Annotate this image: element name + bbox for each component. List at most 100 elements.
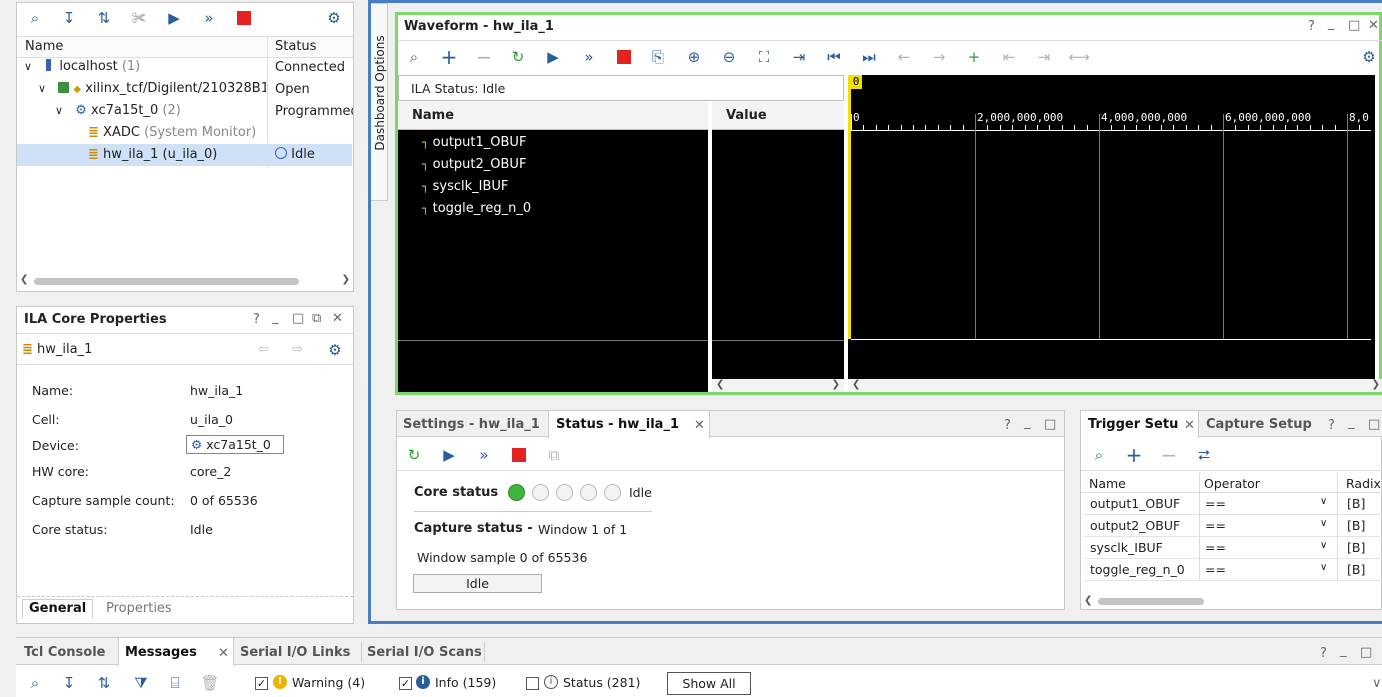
help-icon[interactable]: ? [1004, 418, 1011, 433]
trigger-scrollbar[interactable]: ❮ [1084, 595, 1382, 608]
dashboard-options-tab[interactable]: Dashboard Options [371, 3, 388, 201]
waveform-scrollbar[interactable]: ❮ ❯ [848, 379, 1382, 392]
minimize-icon[interactable]: _ [1348, 415, 1355, 430]
close-icon[interactable]: ✕ [1368, 18, 1379, 33]
tree-row-localhost[interactable]: ∨ localhost (1) [24, 59, 264, 79]
chevron-down-icon[interactable]: ∨ [1320, 562, 1327, 573]
close-icon[interactable]: ✕ [218, 646, 229, 661]
gear-icon[interactable]: ⚙ [323, 7, 345, 29]
device-link[interactable]: ⚙ xc7a15t_0 [186, 435, 284, 454]
tab-tcl-console[interactable]: Tcl Console [24, 645, 106, 660]
chevron-down-icon[interactable]: ∨ [24, 60, 32, 73]
tree-col-name[interactable]: Name [25, 39, 63, 54]
tab-trigger-setup[interactable]: Trigger Setu [1088, 417, 1179, 432]
message-icon[interactable]: ⌸ [164, 672, 186, 694]
add-icon[interactable]: + [1123, 443, 1145, 467]
tab-serial-io-scans[interactable]: Serial I/O Scans [367, 645, 482, 660]
help-icon[interactable]: ? [1328, 418, 1335, 433]
close-icon[interactable]: ✕ [332, 311, 343, 326]
tree-row-target[interactable]: ∨ ◆ xilinx_tcf/Digilent/210328B1FD [38, 81, 266, 101]
waveform-value-header[interactable]: Value [712, 102, 844, 130]
maximize-icon[interactable]: □ [1044, 417, 1056, 432]
float-icon[interactable]: ⧉ [312, 311, 321, 326]
minimize-icon[interactable]: _ [1024, 415, 1031, 430]
tree-scrollbar[interactable]: ❮ ❯ [20, 274, 350, 288]
run-immediate-icon[interactable]: » [473, 444, 495, 466]
collapse-all-icon[interactable]: ↧ [58, 672, 80, 694]
signal-row[interactable]: ┐ output2_OBUF [422, 157, 526, 172]
warning-checkbox[interactable]: ✓ [255, 677, 268, 690]
back-arrow-icon[interactable]: ⇦ [258, 342, 269, 357]
status-checkbox[interactable] [526, 677, 539, 690]
close-icon[interactable]: ✕ [1184, 418, 1195, 433]
next-transition-icon[interactable]: → [928, 46, 950, 68]
add-icon[interactable]: + [438, 45, 460, 69]
close-icon[interactable]: ✕ [694, 418, 705, 433]
gear-icon[interactable]: ⚙ [324, 339, 346, 361]
tab-general[interactable]: General [22, 599, 94, 619]
zoom-fit-icon[interactable]: ⛶ [753, 46, 775, 68]
prev-marker-icon[interactable]: ⇤ [998, 46, 1020, 68]
chevron-down-icon[interactable]: ∨ [1320, 540, 1327, 551]
expand-all-icon[interactable]: ⇅ [93, 7, 115, 29]
forward-arrow-icon[interactable]: ⇨ [292, 342, 303, 357]
minimize-icon[interactable]: _ [1340, 643, 1347, 658]
status-filter-label[interactable]: Status (281) [563, 675, 640, 690]
help-icon[interactable]: ? [1308, 19, 1315, 34]
more-icon[interactable]: ∨ [1372, 676, 1382, 691]
signal-row[interactable]: ┐ output1_OBUF [422, 135, 526, 150]
tab-capture-setup[interactable]: Capture Setup [1206, 417, 1312, 432]
chevron-down-icon[interactable]: ∨ [1320, 518, 1327, 529]
run-trigger-icon[interactable]: ▶ [163, 7, 185, 29]
tree-row-device[interactable]: ∨ ⚙ xc7a15t_0 (2) [55, 103, 265, 123]
condition-icon[interactable]: ⮂ [1193, 444, 1215, 466]
run-trigger-icon[interactable]: ▶ [542, 46, 564, 68]
zoom-out-icon[interactable]: ⊖ [718, 46, 740, 68]
tab-messages[interactable]: Messages [125, 645, 197, 660]
waveform-name-header[interactable]: Name [398, 102, 708, 130]
minimize-icon[interactable]: _ [1328, 16, 1335, 31]
run-immediate-icon[interactable]: » [578, 46, 600, 68]
minimize-icon[interactable]: _ [272, 310, 279, 325]
gear-icon[interactable]: ⚙ [1358, 46, 1380, 68]
expand-all-icon[interactable]: ⇅ [93, 672, 115, 694]
tab-serial-io-links[interactable]: Serial I/O Links [240, 645, 350, 660]
trigger-row[interactable]: output1_OBUF == ∨ [B] [1084, 493, 1382, 515]
info-checkbox[interactable]: ✓ [399, 677, 412, 690]
search-icon[interactable]: ⌕ [24, 7, 46, 29]
stop-icon[interactable] [233, 7, 255, 29]
go-to-end-icon[interactable]: ⏭ [858, 46, 880, 68]
swap-cursors-icon[interactable]: ⟷ [1068, 46, 1090, 68]
maximize-icon[interactable]: □ [1360, 645, 1372, 660]
run-trigger-repeat-icon[interactable]: ↻ [403, 444, 425, 466]
delete-icon[interactable]: 🗑 [199, 672, 221, 694]
remove-icon[interactable]: − [473, 45, 495, 69]
search-icon[interactable]: ⌕ [24, 672, 46, 694]
stop-icon[interactable] [508, 444, 530, 466]
remove-icon[interactable]: − [1158, 443, 1180, 467]
zoom-in-icon[interactable]: ⊕ [683, 46, 705, 68]
tab-properties[interactable]: Properties [106, 601, 172, 616]
search-icon[interactable]: ⌕ [403, 46, 425, 68]
connect-icon[interactable]: ✀ [128, 7, 150, 29]
filter-icon[interactable]: ⧩ [130, 672, 152, 694]
next-marker-icon[interactable]: ⇥ [1033, 46, 1055, 68]
maximize-icon[interactable]: □ [1348, 18, 1360, 33]
trigger-row[interactable]: sysclk_IBUF == ∨ [B] [1084, 537, 1382, 559]
signal-row[interactable]: ┐ toggle_reg_n_0 [422, 201, 531, 216]
maximize-icon[interactable]: □ [292, 311, 304, 326]
chevron-down-icon[interactable]: ∨ [38, 82, 46, 95]
collapse-all-icon[interactable]: ↧ [58, 7, 80, 29]
search-icon[interactable]: ⌕ [1088, 444, 1110, 466]
maximize-icon[interactable]: □ [1368, 417, 1380, 432]
value-scrollbar[interactable]: ❮ ❯ [712, 379, 844, 392]
trigger-mode-icon[interactable]: ⧉ [543, 444, 565, 466]
add-marker-icon[interactable]: + [963, 46, 985, 68]
run-trigger-repeat-icon[interactable]: ↻ [507, 46, 529, 68]
go-to-start-icon[interactable]: ⏮ [823, 46, 845, 68]
chevron-down-icon[interactable]: ∨ [1320, 496, 1327, 507]
help-icon[interactable]: ? [1320, 646, 1327, 661]
warning-filter-label[interactable]: Warning (4) [292, 675, 365, 690]
export-icon[interactable]: ⎘ [647, 46, 669, 68]
trigger-row[interactable]: toggle_reg_n_0 == ∨ [B] [1084, 559, 1382, 581]
